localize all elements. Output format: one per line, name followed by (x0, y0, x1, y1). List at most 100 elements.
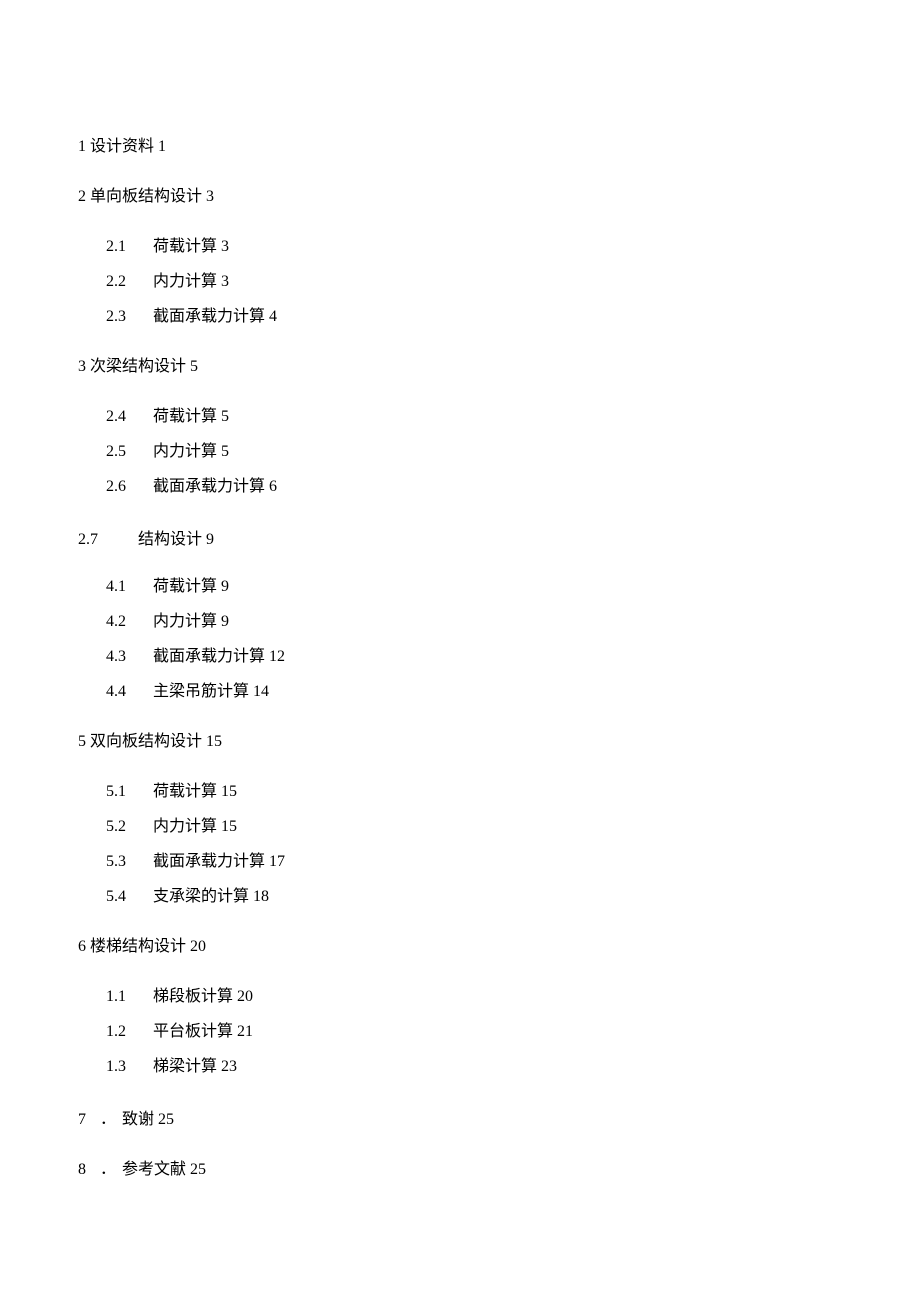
subsection-page: 6 (269, 478, 277, 495)
toc-section-2: 2 单向板结构设计 3 (78, 185, 920, 209)
section-num: 2 (78, 188, 86, 205)
subsection-title: 荷载计算 (153, 238, 217, 255)
subsection-page: 4 (269, 308, 277, 325)
subsection-num: 4.4 (106, 680, 146, 704)
subsection-title: 梯梁计算 (153, 1058, 217, 1075)
section-title: 单向板结构设计 (90, 188, 202, 205)
section-page: 5 (190, 358, 198, 375)
subsection-num: 4.1 (106, 575, 146, 599)
section-num: 7 (78, 1111, 86, 1128)
toc-section-1: 1 设计资料 1 (78, 135, 920, 159)
subsection-title: 荷载计算 (153, 783, 217, 800)
toc-subsection: 2.5 内力计算 5 (106, 440, 920, 464)
toc-subsection: 2.3 截面承载力计算 4 (106, 305, 920, 329)
toc-subsection: 4.2 内力计算 9 (106, 610, 920, 634)
toc-subsection: 2.1 荷载计算 3 (106, 235, 920, 259)
toc-subsection: 5.2 内力计算 15 (106, 815, 920, 839)
subsection-num: 4.2 (106, 610, 146, 634)
section-title: 设计资料 (90, 138, 154, 155)
subsection-num: 2.4 (106, 405, 146, 429)
subsection-num: 4.3 (106, 645, 146, 669)
toc-section-4-subs: 4.1 荷载计算 9 4.2 内力计算 9 4.3 截面承载力计算 12 4.4… (78, 575, 920, 704)
section-page: 25 (190, 1161, 206, 1178)
subsection-title: 截面承载力计算 (153, 648, 265, 665)
toc-subsection: 4.1 荷载计算 9 (106, 575, 920, 599)
subsection-num: 5.4 (106, 885, 146, 909)
dot-separator: ． (100, 1111, 116, 1128)
toc-section-5-subs: 5.1 荷载计算 15 5.2 内力计算 15 5.3 截面承载力计算 17 5… (78, 780, 920, 909)
subsection-page: 3 (221, 273, 229, 290)
subsection-page: 3 (221, 238, 229, 255)
toc-section-4: 2.7 结构设计 9 (78, 525, 920, 549)
section-title: 次梁结构设计 (90, 358, 186, 375)
toc-section-7: 7 ． 致谢 25 (78, 1105, 920, 1129)
toc-subsection: 5.1 荷载计算 15 (106, 780, 920, 804)
subsection-title: 梯段板计算 (153, 988, 233, 1005)
section-page: 20 (190, 938, 206, 955)
toc-subsection: 5.4 支承梁的计算 18 (106, 885, 920, 909)
toc-subsection: 1.1 梯段板计算 20 (106, 985, 920, 1009)
subsection-title: 内力计算 (153, 613, 217, 630)
toc-section-5: 5 双向板结构设计 15 (78, 730, 920, 754)
toc-section-2-subs: 2.1 荷载计算 3 2.2 内力计算 3 2.3 截面承载力计算 4 (78, 235, 920, 329)
section-page: 9 (206, 531, 214, 548)
dot-separator: ． (100, 1161, 116, 1178)
section-page: 15 (206, 733, 222, 750)
section-title: 双向板结构设计 (90, 733, 202, 750)
subsection-num: 2.1 (106, 235, 146, 259)
section-title: 楼梯结构设计 (90, 938, 186, 955)
toc-subsection: 2.2 内力计算 3 (106, 270, 920, 294)
toc-subsection: 5.3 截面承载力计算 17 (106, 850, 920, 874)
subsection-num: 5.2 (106, 815, 146, 839)
subsection-page: 5 (221, 443, 229, 460)
toc-subsection: 4.4 主梁吊筋计算 14 (106, 680, 920, 704)
subsection-title: 荷载计算 (153, 578, 217, 595)
toc-subsection: 2.6 截面承载力计算 6 (106, 475, 920, 499)
toc-subsection: 1.3 梯梁计算 23 (106, 1055, 920, 1079)
section-page: 1 (158, 138, 166, 155)
subsection-num: 5.3 (106, 850, 146, 874)
section-num: 6 (78, 938, 86, 955)
subsection-title: 截面承载力计算 (153, 308, 265, 325)
toc-subsection: 2.4 荷载计算 5 (106, 405, 920, 429)
subsection-page: 15 (221, 818, 237, 835)
section-page: 3 (206, 188, 214, 205)
toc-section-6: 6 楼梯结构设计 20 (78, 935, 920, 959)
toc-section-6-subs: 1.1 梯段板计算 20 1.2 平台板计算 21 1.3 梯梁计算 23 (78, 985, 920, 1079)
section-num: 1 (78, 138, 86, 155)
section-num: 8 (78, 1161, 86, 1178)
subsection-page: 12 (269, 648, 285, 665)
subsection-title: 支承梁的计算 (153, 888, 249, 905)
subsection-page: 9 (221, 613, 229, 630)
subsection-page: 5 (221, 408, 229, 425)
section-page: 25 (158, 1111, 174, 1128)
subsection-num: 2.5 (106, 440, 146, 464)
subsection-num: 5.1 (106, 780, 146, 804)
subsection-page: 15 (221, 783, 237, 800)
subsection-num: 1.3 (106, 1055, 146, 1079)
subsection-num: 2.6 (106, 475, 146, 499)
toc-subsection: 4.3 截面承载力计算 12 (106, 645, 920, 669)
subsection-title: 内力计算 (153, 818, 217, 835)
section-title: 结构设计 (138, 531, 202, 548)
toc-section-3-subs: 2.4 荷载计算 5 2.5 内力计算 5 2.6 截面承载力计算 6 (78, 405, 920, 499)
subsection-title: 内力计算 (153, 273, 217, 290)
section-title: 参考文献 (122, 1161, 186, 1178)
subsection-num: 2.2 (106, 270, 146, 294)
subsection-title: 主梁吊筋计算 (153, 683, 249, 700)
section-num: 5 (78, 733, 86, 750)
subsection-title: 荷载计算 (153, 408, 217, 425)
toc-subsection: 1.2 平台板计算 21 (106, 1020, 920, 1044)
section-num: 2.7 (78, 531, 98, 549)
subsection-page: 20 (237, 988, 253, 1005)
subsection-num: 2.3 (106, 305, 146, 329)
subsection-page: 9 (221, 578, 229, 595)
subsection-title: 平台板计算 (153, 1023, 233, 1040)
toc-section-3: 3 次梁结构设计 5 (78, 355, 920, 379)
subsection-title: 内力计算 (153, 443, 217, 460)
subsection-title: 截面承载力计算 (153, 853, 265, 870)
section-num: 3 (78, 358, 86, 375)
subsection-page: 18 (253, 888, 269, 905)
subsection-page: 17 (269, 853, 285, 870)
subsection-title: 截面承载力计算 (153, 478, 265, 495)
